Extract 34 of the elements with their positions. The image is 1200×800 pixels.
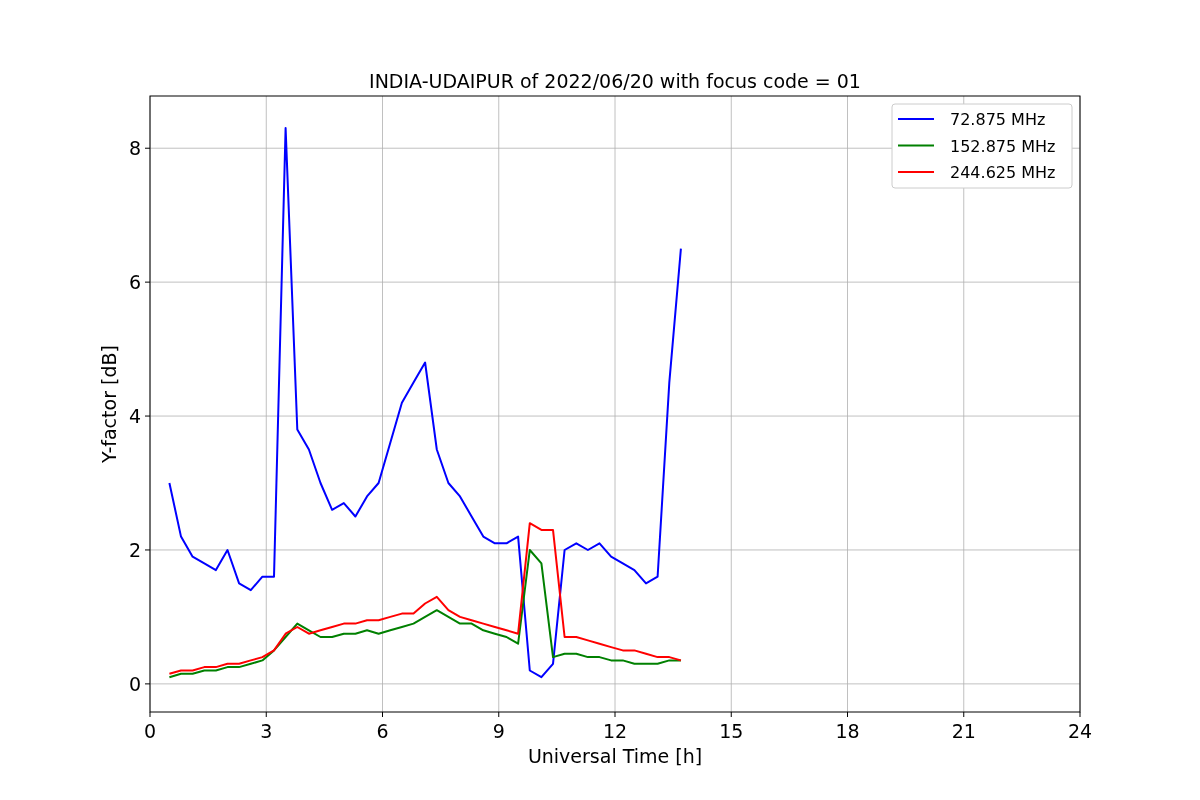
tick-label: 8 [128, 137, 141, 160]
tick-mark [847, 711, 848, 718]
tick-label: 6 [128, 271, 141, 294]
tick-mark [730, 711, 732, 718]
tick-label: 24 [1067, 720, 1093, 742]
tick-mark [149, 711, 151, 718]
tick-label: 12 [602, 720, 628, 742]
tick-label: 6 [376, 720, 389, 742]
tick-label: 9 [492, 720, 505, 742]
tick-mark [498, 711, 500, 718]
tick-label: 3 [260, 720, 273, 742]
tick-mark [144, 147, 151, 149]
tick-label: 0 [143, 720, 157, 742]
tick-mark [265, 711, 267, 718]
y-axis-title: Y-factor [dB] [98, 345, 120, 463]
tick-label: 21 [951, 720, 976, 742]
tick-mark [144, 683, 151, 685]
tick-label: 2 [128, 538, 141, 561]
legend-label: 152.875 MHz [950, 136, 1056, 156]
tick-label: 15 [719, 720, 744, 742]
tick-mark [963, 711, 965, 718]
tick-mark [382, 711, 383, 718]
tick-label: 0 [128, 672, 141, 695]
tick-mark [144, 281, 151, 283]
x-axis-title: Universal Time [h] [527, 745, 703, 767]
legend-label: 244.625 MHz [950, 163, 1056, 182]
tick-mark [1079, 711, 1081, 718]
tick-mark [144, 415, 151, 417]
chart-title: INDIA-UDAIPUR of 2022/06/20 with focus code = 01 [369, 70, 861, 92]
tick-label: 18 [835, 720, 860, 742]
tick-mark [614, 711, 616, 718]
tick-label: 4 [128, 405, 141, 428]
tick-mark [144, 549, 151, 551]
legend-label: 72.875 MHz [950, 110, 1046, 129]
